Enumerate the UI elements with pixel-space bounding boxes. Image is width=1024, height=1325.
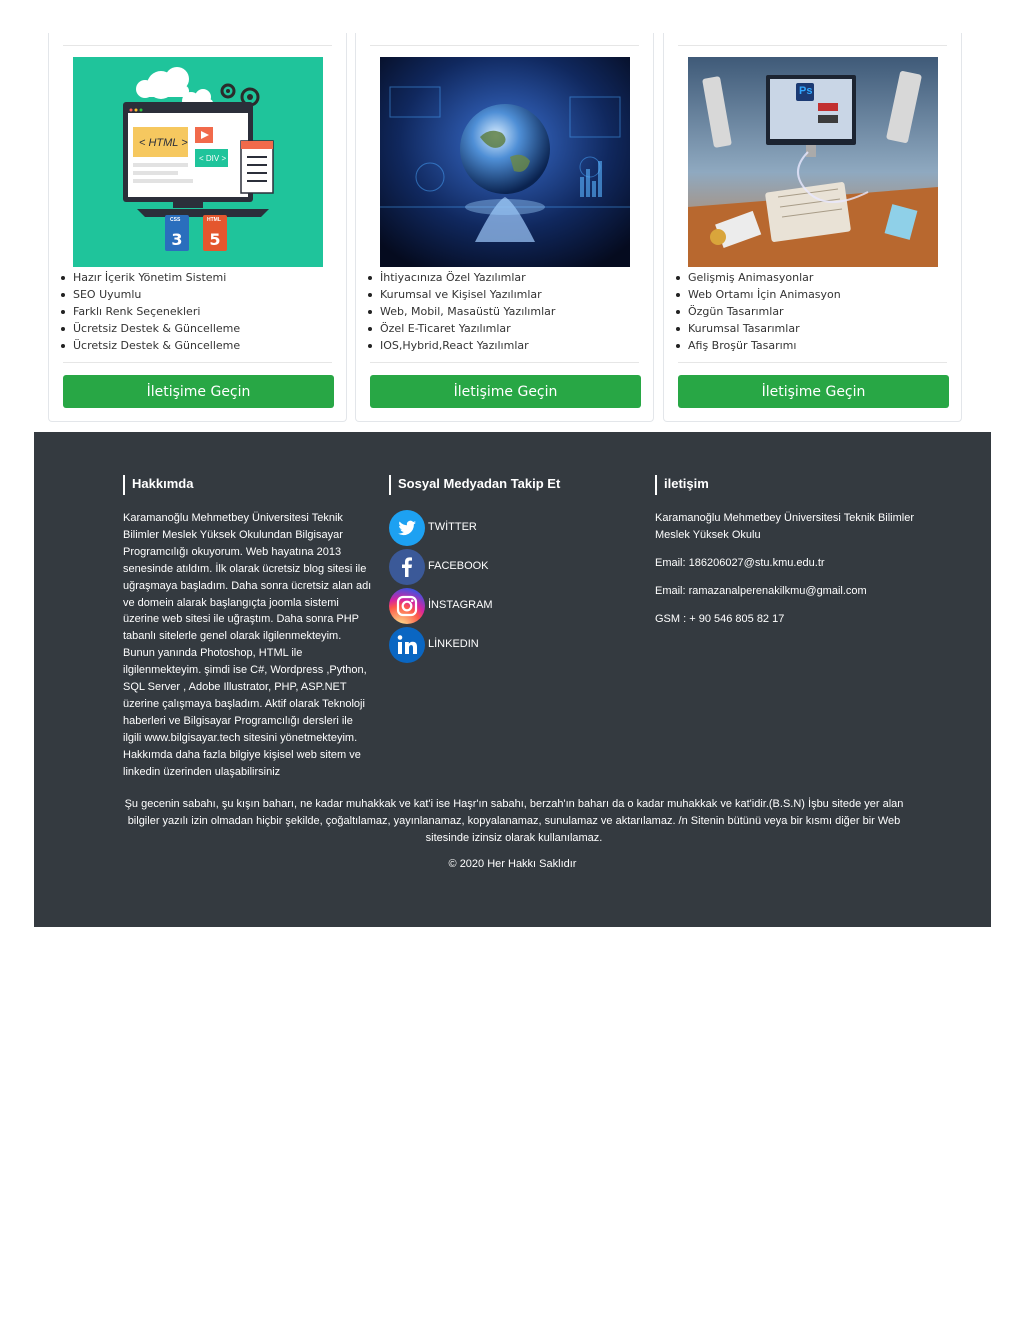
list-item: SEO Uyumlu <box>60 286 240 303</box>
list-item: IOS,Hybrid,React Yazılımlar <box>367 337 555 354</box>
list-item: Web, Mobil, Masaüstü Yazılımlar <box>367 305 556 318</box>
div-tag-label: < DIV > <box>199 154 227 163</box>
list-item: Kurumsal Tasarımlar <box>676 320 841 337</box>
feature-list: Hazır İçerik Yönetim Sistemi SEO Uyumlu … <box>60 269 241 354</box>
about-title: Hakkımda <box>123 475 193 495</box>
card-divider <box>63 362 332 363</box>
card-divider <box>370 362 639 363</box>
instagram-label: İNSTAGRAM <box>428 599 493 611</box>
svg-text:5: 5 <box>209 230 220 249</box>
card-divider <box>678 45 947 46</box>
instagram-icon <box>389 588 425 624</box>
web-design-illustration: 3 5 < HTML > < DIV > CSS HTML <box>73 57 323 267</box>
list-item: Hazır İçerik Yönetim Sistemi <box>60 269 240 286</box>
facebook-label: FACEBOOK <box>428 560 489 572</box>
list-item: Afiş Broşür Tasarımı <box>676 337 841 354</box>
feature-list: İhtiyacınıza Özel Yazılımlar Kurumsal ve… <box>367 269 556 354</box>
contact-title: iletişim <box>655 475 709 495</box>
copyright: © 2020 Her Hakkı Saklıdır <box>448 858 577 870</box>
instagram-link[interactable]: İNSTAGRAM <box>389 588 549 624</box>
contact-button[interactable]: İletişime Geçin <box>370 375 641 408</box>
phone-text: GSM : + 90 546 805 82 17 <box>655 612 785 625</box>
contact-info: Karamanoğlu Mehmetbey Üniversitesi Tekni… <box>655 510 915 628</box>
photoshop-badge-label: Ps <box>799 85 813 97</box>
contact-button[interactable]: İletişime Geçin <box>678 375 949 408</box>
social-title: Sosyal Medyadan Takip Et <box>389 475 560 495</box>
list-item: Web Ortamı İçin Animasyon <box>676 288 841 301</box>
html-tag-label: < HTML > <box>139 137 188 149</box>
legal-notice: Şu gecenin sabahı, şu kışın baharı, ne k… <box>124 798 904 844</box>
css-badge-label: CSS <box>170 217 181 223</box>
svg-text:3: 3 <box>171 230 182 249</box>
facebook-link[interactable]: FACEBOOK <box>389 549 549 585</box>
list-item: Kurumsal ve Kişisel Yazılımlar <box>367 286 555 303</box>
email-text: Email: ramazanalperenakilkmu@gmail.com <box>655 584 867 597</box>
linkedin-icon <box>389 627 425 663</box>
twitter-icon <box>389 510 425 546</box>
contact-button[interactable]: İletişime Geçin <box>63 375 334 408</box>
linkedin-link[interactable]: LİNKEDIN <box>389 627 549 663</box>
feature-list: Gelişmiş Animasyonlar Web Ortamı İçin An… <box>676 269 841 354</box>
service-card-software: İhtiyacınıza Özel Yazılımlar Kurumsal ve… <box>355 33 654 422</box>
twitter-label: TWİTTER <box>428 521 477 533</box>
service-card-animation: Ps Gelişmiş Animasyonlar Web Ortamı İçin… <box>663 33 962 422</box>
twitter-link[interactable]: TWİTTER <box>389 510 549 546</box>
service-cards: 3 5 < HTML > < DIV > CSS HTML Hazır İçer… <box>48 33 963 423</box>
site-footer: Hakkımda Karamanoğlu Mehmetbey Üniversit… <box>34 432 991 927</box>
list-item: Gelişmiş Animasyonlar <box>676 269 841 286</box>
linkedin-label: LİNKEDIN <box>428 638 479 650</box>
card-divider <box>678 362 947 363</box>
card-divider <box>63 45 332 46</box>
design-desk-illustration: Ps <box>688 57 938 267</box>
list-item: Farklı Renk Seçenekleri <box>60 303 240 320</box>
service-card-web-design: 3 5 < HTML > < DIV > CSS HTML Hazır İçer… <box>48 33 347 422</box>
list-item: Ücretsiz Destek & Güncelleme <box>60 322 241 335</box>
about-text: Karamanoğlu Mehmetbey Üniversitesi Tekni… <box>123 512 372 778</box>
school-text: Karamanoğlu Mehmetbey Üniversitesi Tekni… <box>655 512 915 541</box>
list-item: Ücretsiz Destek & Güncelleme <box>60 339 241 352</box>
facebook-icon <box>389 549 425 585</box>
list-item: Özgün Tasarımlar <box>676 303 841 320</box>
card-divider <box>370 45 639 46</box>
list-item: İhtiyacınıza Özel Yazılımlar <box>367 269 555 286</box>
email-text: Email: 186206027@stu.kmu.edu.tr <box>655 556 825 569</box>
list-item: Özel E-Ticaret Yazılımlar <box>367 320 555 337</box>
globe-illustration <box>380 57 630 267</box>
html-badge-label: HTML <box>207 217 221 223</box>
